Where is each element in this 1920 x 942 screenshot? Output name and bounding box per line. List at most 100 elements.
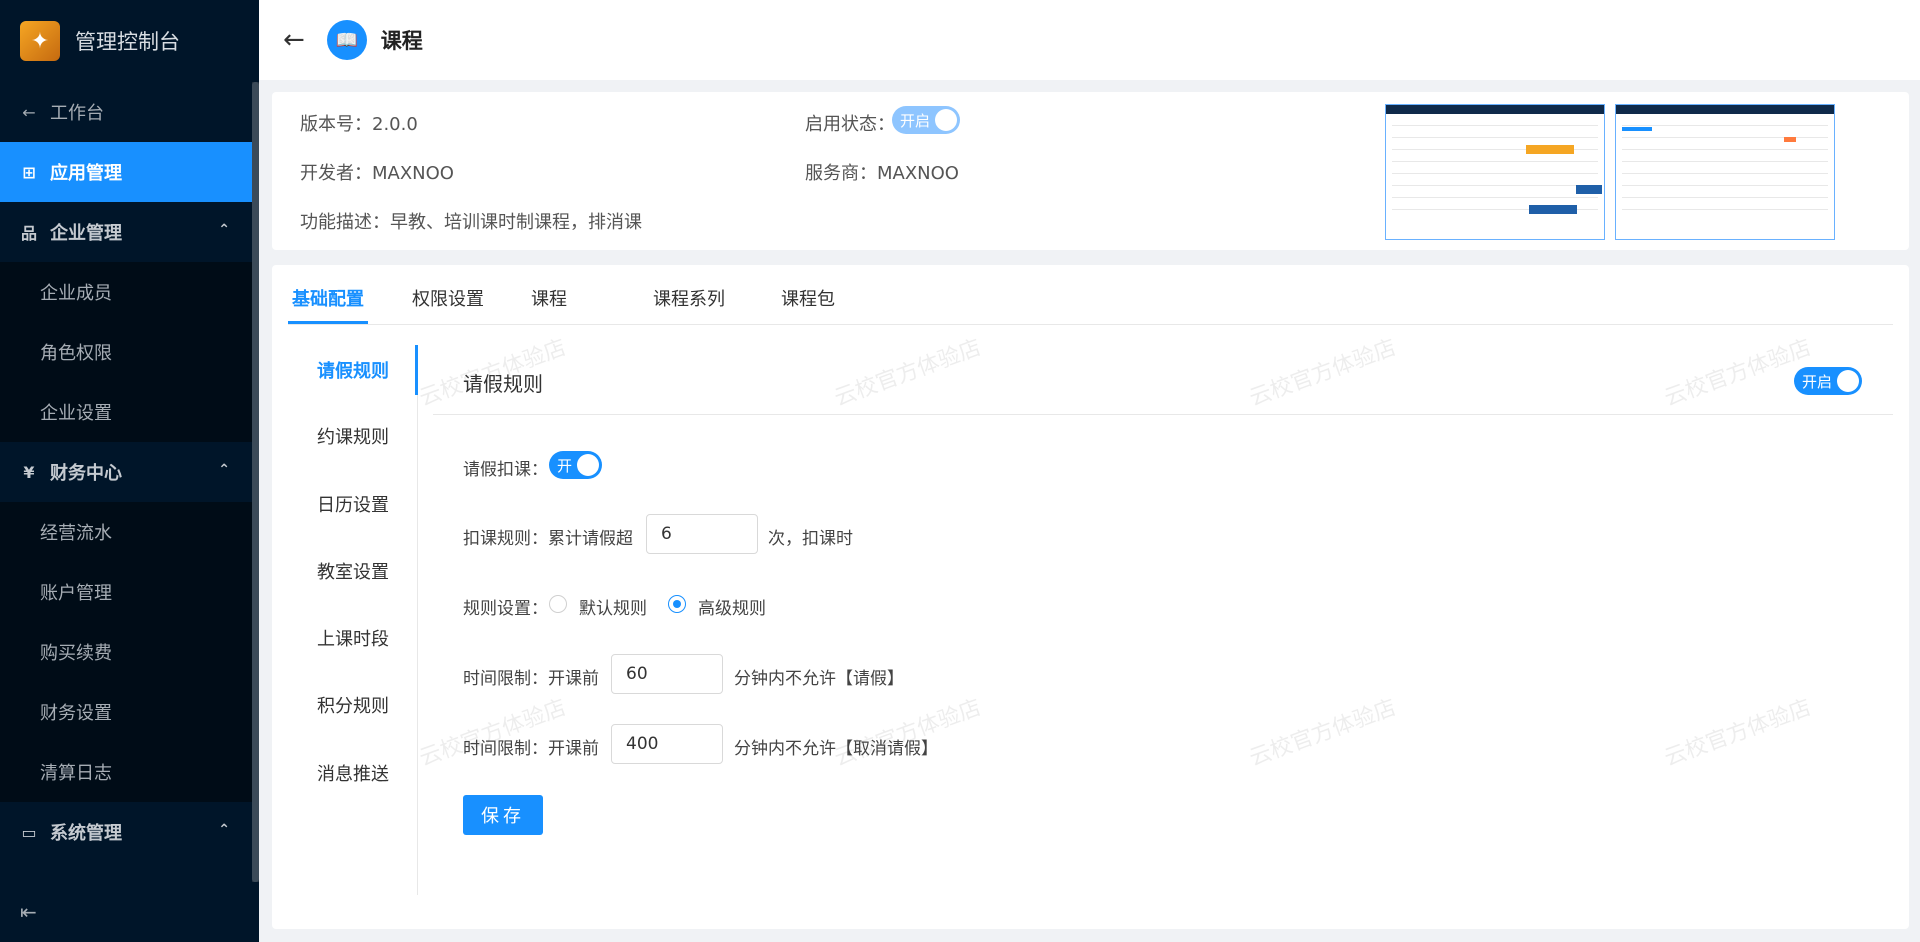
toggle-knob	[1837, 370, 1860, 392]
sidebar-item-accounts[interactable]: 账户管理	[0, 562, 252, 622]
leave-limit-input[interactable]	[611, 654, 723, 694]
watermark: 云校官方体验店	[416, 335, 570, 412]
back-arrow-icon: ←	[22, 102, 36, 122]
side-item-classroom[interactable]: 教室设置	[317, 558, 389, 584]
page-header: ← 📖 课程	[259, 0, 1920, 80]
scrollbar-thumb[interactable]	[252, 82, 259, 882]
leave-count-input[interactable]	[646, 514, 758, 554]
sidebar-item-label: 应用管理	[50, 163, 122, 184]
screenshot-thumbnail[interactable]	[1385, 104, 1605, 240]
app-info-card: 版本号：2.0.0 开发者：MAXNOO 功能描述：早教、培训课时制课程，排消课…	[272, 92, 1909, 250]
sidebar-item-enterprise-settings[interactable]: 企业设置	[0, 382, 252, 442]
chevron-up-icon: ⌃	[218, 462, 230, 478]
sidebar-group-finance[interactable]: ¥ 财务中心 ⌃	[0, 442, 252, 502]
toggle-label: 开启	[900, 111, 931, 130]
sidebar-item-label: 工作台	[50, 103, 104, 124]
sidebar-item-members[interactable]: 企业成员	[0, 262, 252, 322]
sidebar-item-label: 企业成员	[40, 283, 112, 304]
sidebar-item-workbench[interactable]: ← 工作台	[0, 82, 252, 142]
sidebar-item-label: 系统管理	[50, 823, 122, 844]
sidebar-item-finance-settings[interactable]: 财务设置	[0, 682, 252, 742]
sidebar-item-renewal[interactable]: 购买续费	[0, 622, 252, 682]
side-item-points[interactable]: 积分规则	[317, 692, 389, 718]
tab-course-series[interactable]: 课程系列	[653, 285, 725, 311]
watermark: 云校官方体验店	[416, 695, 570, 772]
status-label: 启用状态：	[805, 114, 895, 135]
toggle-knob	[577, 454, 600, 476]
brand-title: 管理控制台	[75, 30, 180, 54]
sidebar-item-label: 清算日志	[40, 763, 112, 784]
sidebar-group-enterprise[interactable]: 品 企业管理 ⌃	[0, 202, 252, 262]
side-item-booking-rules[interactable]: 约课规则	[317, 423, 389, 449]
chevron-up-icon: ⌃	[218, 822, 230, 838]
side-item-notifications[interactable]: 消息推送	[317, 760, 389, 786]
book-icon: 📖	[326, 20, 367, 60]
divider	[433, 414, 1893, 415]
rule-label: 扣课规则：累计请假超	[463, 529, 633, 549]
sidebar-scrollbar[interactable]	[252, 82, 259, 882]
thumb-bar	[1616, 105, 1834, 114]
deduct-label: 请假扣课：	[463, 460, 548, 480]
setting-label: 规则设置：	[463, 599, 548, 619]
developer-text: 开发者：MAXNOO	[300, 163, 454, 184]
toggle-knob	[935, 109, 958, 131]
tab-ink-bar	[288, 321, 368, 324]
chevron-up-icon: ⌃	[218, 222, 230, 238]
tab-bar: 基础配置 权限设置 课程 课程系列 课程包	[288, 265, 1893, 325]
sidebar-item-label: 财务设置	[40, 703, 112, 724]
tab-basic-config[interactable]: 基础配置	[292, 285, 364, 311]
sidebar-item-app-management[interactable]: ⊞ 应用管理	[0, 142, 252, 202]
settings-side-nav: 请假规则 约课规则 日历设置 教室设置 上课时段 积分规则 消息推送	[272, 345, 418, 895]
radio-default-rule[interactable]	[549, 595, 567, 613]
status-toggle[interactable]: 开启	[892, 106, 961, 134]
sidebar-item-label: 购买续费	[40, 643, 112, 664]
watermark: 云校官方体验店	[1246, 335, 1400, 412]
screenshot-thumbnail[interactable]	[1615, 104, 1835, 240]
watermark: 云校官方体验店	[831, 695, 985, 772]
watermark: 云校官方体验店	[1246, 695, 1400, 772]
save-button[interactable]: 保存	[463, 795, 543, 835]
toggle-label: 开	[557, 456, 573, 475]
brand: ✦ 管理控制台	[0, 0, 259, 82]
collapse-menu-icon[interactable]: ⇤	[20, 900, 37, 924]
org-icon: 品	[20, 224, 37, 243]
sidebar-item-settlement-log[interactable]: 清算日志	[0, 742, 252, 802]
monitor-icon: ▭	[21, 822, 37, 842]
sidebar-item-label: 账户管理	[40, 583, 112, 604]
side-item-calendar[interactable]: 日历设置	[317, 491, 389, 517]
radio-advanced-rule[interactable]	[668, 595, 686, 613]
grid-icon: ⊞	[22, 162, 36, 182]
watermark: 云校官方体验店	[1661, 335, 1815, 412]
sidebar-item-label: 财务中心	[50, 463, 122, 484]
sidebar-item-label: 角色权限	[40, 343, 112, 364]
provider-text: 服务商：MAXNOO	[805, 163, 959, 184]
side-item-leave-rules[interactable]: 请假规则	[317, 357, 389, 383]
page-title: 课程	[380, 29, 423, 53]
sidebar-group-system[interactable]: ▭ 系统管理 ⌃	[0, 802, 252, 862]
leave-rules-toggle[interactable]: 开启	[1794, 367, 1863, 395]
tab-permissions[interactable]: 权限设置	[412, 285, 484, 311]
toggle-label: 开启	[1802, 372, 1833, 391]
version-text: 版本号：2.0.0	[300, 114, 418, 135]
sidebar-item-cashflow[interactable]: 经营流水	[0, 502, 252, 562]
thumb-bar	[1386, 105, 1604, 114]
sidebar-item-label: 企业管理	[50, 223, 122, 244]
config-card: 基础配置 权限设置 课程 课程系列 课程包 请假规则 约课规则 日历设置 教室设…	[272, 265, 1909, 929]
description-text: 功能描述：早教、培训课时制课程，排消课	[300, 212, 642, 233]
watermark: 云校官方体验店	[1661, 695, 1815, 772]
watermark: 云校官方体验店	[831, 335, 985, 412]
tab-course-packages[interactable]: 课程包	[781, 285, 835, 311]
sidebar-item-label: 经营流水	[40, 523, 112, 544]
side-item-periods[interactable]: 上课时段	[317, 625, 389, 651]
limit1-suffix: 分钟内不允许【请假】	[734, 669, 904, 689]
back-arrow-icon[interactable]: ←	[283, 25, 305, 55]
sidebar-item-roles[interactable]: 角色权限	[0, 322, 252, 382]
tab-courses[interactable]: 课程	[531, 285, 567, 311]
sidebar-menu: ← 工作台 ⊞ 应用管理 品 企业管理 ⌃ 企业成员 角色权限 企业设置 ¥ 财…	[0, 82, 252, 862]
option-advanced-label: 高级规则	[698, 599, 766, 619]
limit1-label: 时间限制：开课前	[463, 669, 599, 689]
option-default-label: 默认规则	[579, 599, 647, 619]
deduct-toggle[interactable]: 开	[549, 451, 603, 479]
cancel-leave-limit-input[interactable]	[611, 724, 723, 764]
app-logo-icon: ✦	[20, 21, 60, 61]
